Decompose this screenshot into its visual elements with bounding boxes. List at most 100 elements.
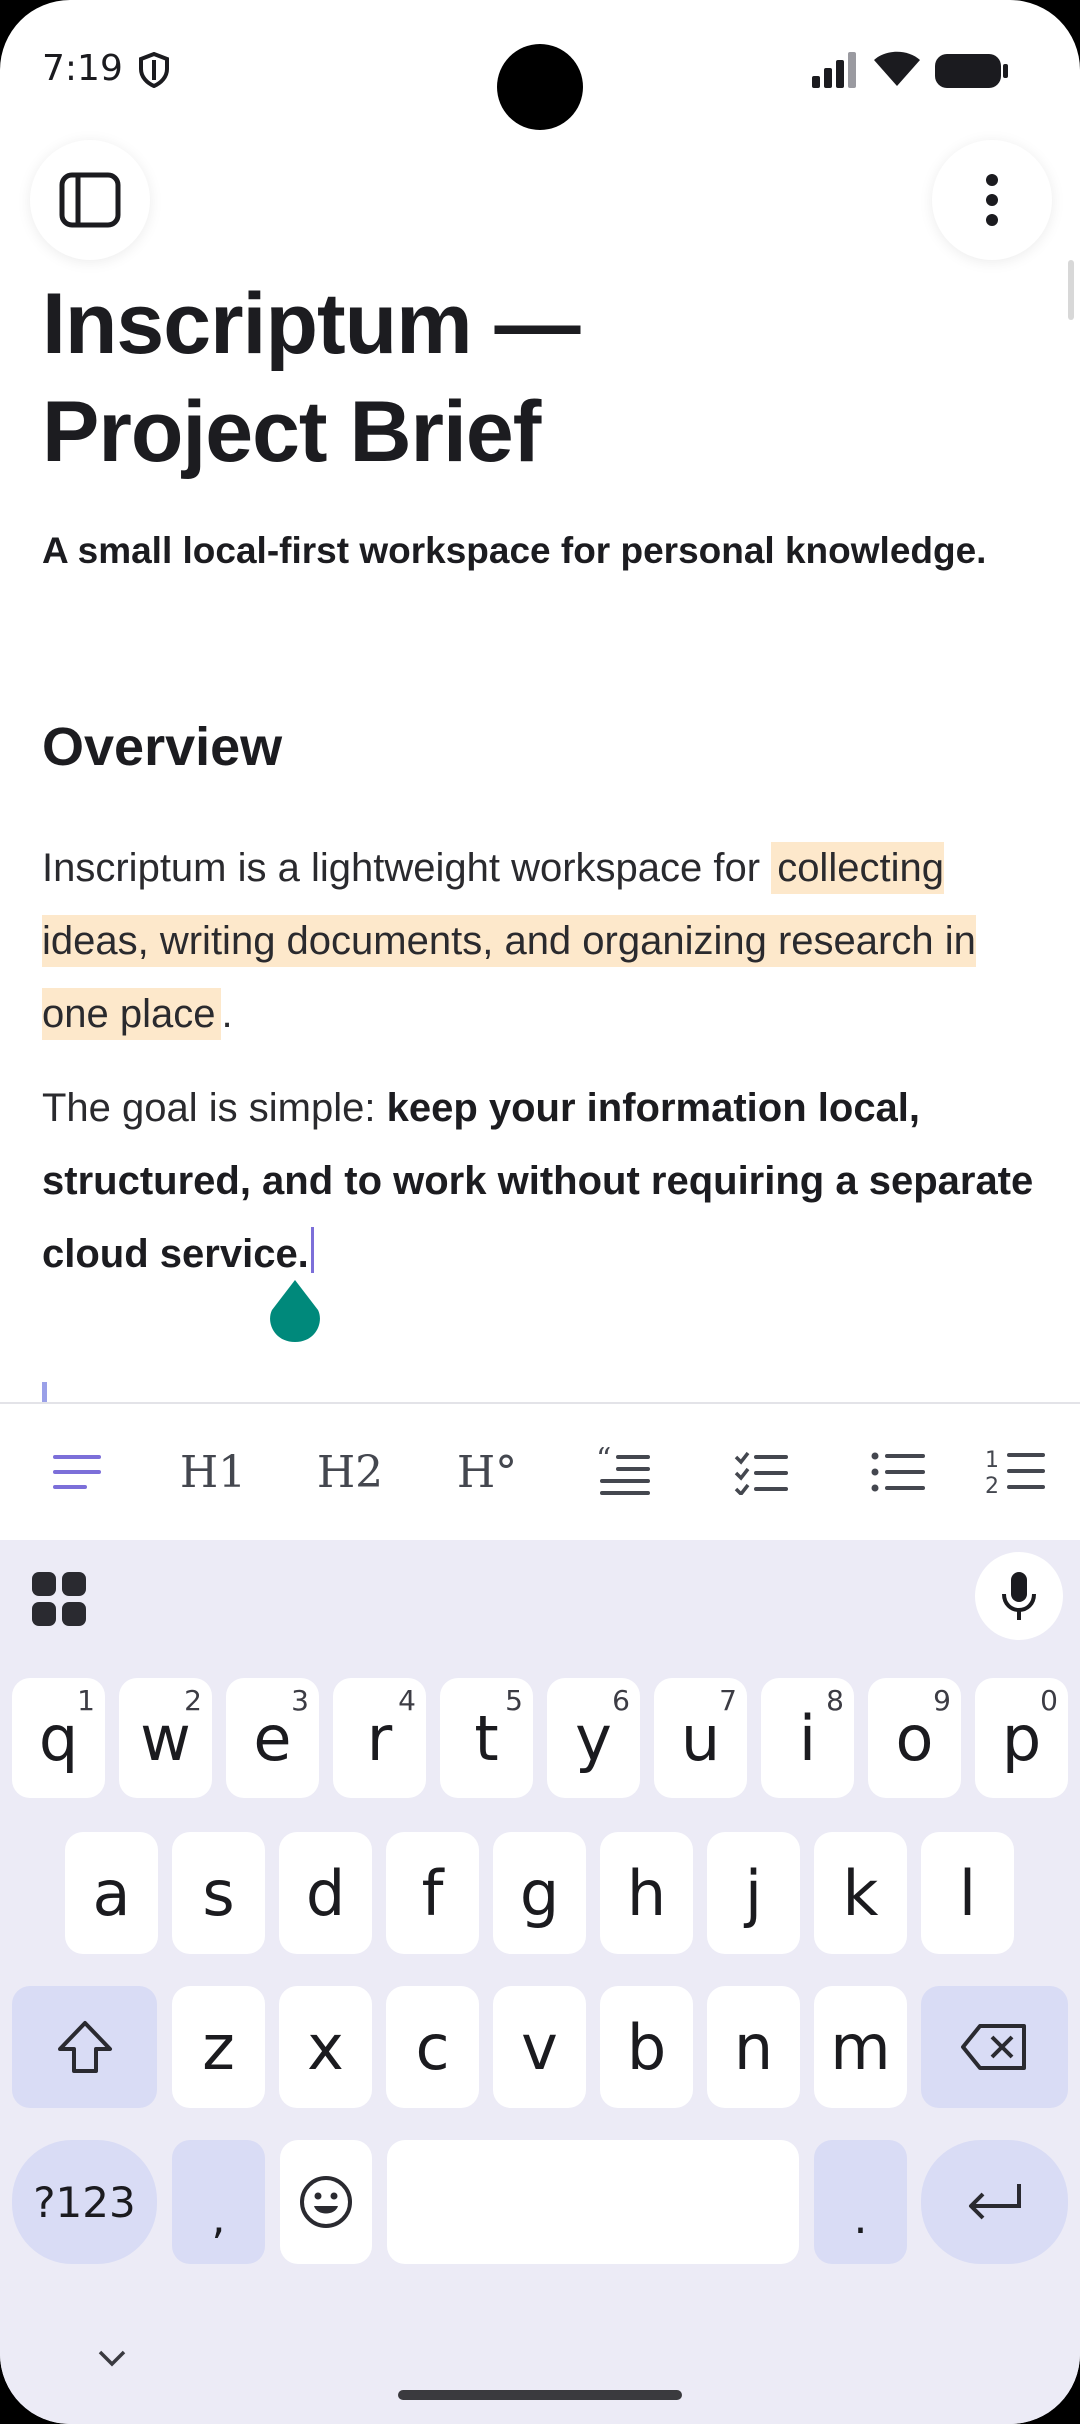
heading1-button[interactable]: H1 xyxy=(163,1404,263,1540)
key-label: a xyxy=(92,1856,131,1930)
key-label: j xyxy=(744,1856,763,1930)
paragraph-style-button[interactable] xyxy=(28,1404,128,1540)
key-h[interactable]: h xyxy=(600,1832,693,1954)
more-vert-icon xyxy=(986,174,998,226)
emoji-key[interactable] xyxy=(280,2140,372,2264)
key-f[interactable]: f xyxy=(386,1832,479,1954)
bullet-list-button[interactable] xyxy=(848,1404,948,1540)
period-key[interactable]: . xyxy=(814,2140,907,2264)
key-label: p xyxy=(1001,1701,1042,1775)
numbered-list-icon: 1 2 xyxy=(985,1448,1045,1497)
quote-button[interactable]: “ xyxy=(574,1404,674,1540)
text-selection-handle[interactable] xyxy=(268,1278,322,1344)
svg-text:“: “ xyxy=(596,1447,611,1477)
comma-key[interactable]: , xyxy=(172,2140,265,2264)
key-label: r xyxy=(366,1701,393,1775)
apps-grid-icon[interactable] xyxy=(30,1570,88,1628)
key-b[interactable]: b xyxy=(600,1986,693,2108)
key-x[interactable]: x xyxy=(279,1986,372,2108)
key-t[interactable]: t5 xyxy=(440,1678,533,1798)
key-g[interactable]: g xyxy=(493,1832,586,1954)
phone-screen: 7:19 Inscriptum — Project Brief A small … xyxy=(0,0,1080,2424)
key-z[interactable]: z xyxy=(172,1986,265,2108)
paragraph-text: Inscriptum is a lightweight workspace fo… xyxy=(42,846,772,890)
status-time: 7:19 xyxy=(42,48,123,89)
key-r[interactable]: r4 xyxy=(333,1678,426,1798)
paragraph-icon xyxy=(53,1455,101,1489)
heading3-button[interactable]: H° xyxy=(437,1404,537,1540)
key-label: c xyxy=(415,2010,450,2084)
key-n[interactable]: n xyxy=(707,1986,800,2108)
heading2-button[interactable]: H2 xyxy=(300,1404,400,1540)
status-bar: 7:19 xyxy=(0,0,1080,140)
svg-text:1: 1 xyxy=(985,1448,999,1473)
voice-input-button[interactable] xyxy=(975,1552,1063,1640)
checklist-button[interactable] xyxy=(711,1404,811,1540)
soft-keyboard xyxy=(0,1540,1080,2424)
key-hint: 9 xyxy=(933,1684,951,1717)
key-hint: 0 xyxy=(1040,1684,1058,1717)
sidebar-icon xyxy=(59,172,121,228)
gesture-bar[interactable] xyxy=(398,2390,682,2400)
key-label: e xyxy=(253,1701,292,1775)
key-d[interactable]: d xyxy=(279,1832,372,1954)
document-title[interactable]: Inscriptum — Project Brief xyxy=(42,270,802,486)
document-subtitle[interactable]: A small local-first workspace for person… xyxy=(42,530,1052,572)
key-label: x xyxy=(307,2010,344,2084)
key-hint: 2 xyxy=(184,1684,202,1717)
enter-key[interactable] xyxy=(921,2140,1068,2264)
key-hint: 5 xyxy=(505,1684,523,1717)
key-label: b xyxy=(626,2010,667,2084)
sidebar-toggle-button[interactable] xyxy=(30,140,150,260)
key-p[interactable]: p0 xyxy=(975,1678,1068,1798)
hide-keyboard-chevron-icon[interactable] xyxy=(96,2348,128,2368)
key-label: f xyxy=(421,1856,444,1930)
bullet-list-icon xyxy=(871,1452,925,1492)
key-hint: 1 xyxy=(77,1684,95,1717)
key-label: d xyxy=(305,1856,346,1930)
key-u[interactable]: u7 xyxy=(654,1678,747,1798)
next-line-caret xyxy=(42,1382,47,1402)
paragraph-text: . xyxy=(221,992,233,1036)
key-label: y xyxy=(575,1701,612,1775)
backspace-key[interactable] xyxy=(921,1986,1068,2108)
key-label: m xyxy=(830,2010,891,2084)
emoji-icon xyxy=(300,2176,352,2228)
key-a[interactable]: a xyxy=(65,1832,158,1954)
shield-icon xyxy=(139,52,169,88)
numbered-list-button[interactable]: 1 2 xyxy=(985,1404,1080,1540)
key-label: t xyxy=(474,1701,499,1775)
paragraph-goal[interactable]: The goal is simple: keep your informatio… xyxy=(42,1072,1052,1291)
key-label: o xyxy=(895,1701,934,1775)
more-options-button[interactable] xyxy=(932,140,1052,260)
key-w[interactable]: w2 xyxy=(119,1678,212,1798)
symbols-key[interactable]: ?123 xyxy=(12,2140,157,2264)
key-label: i xyxy=(798,1701,817,1775)
key-o[interactable]: o9 xyxy=(868,1678,961,1798)
key-s[interactable]: s xyxy=(172,1832,265,1954)
key-l[interactable]: l xyxy=(921,1832,1014,1954)
paragraph-text: The goal is simple: xyxy=(42,1086,387,1130)
key-j[interactable]: j xyxy=(707,1832,800,1954)
key-m[interactable]: m xyxy=(814,1986,907,2108)
key-q[interactable]: q1 xyxy=(12,1678,105,1798)
signal-icon xyxy=(812,52,856,88)
key-label: u xyxy=(680,1701,721,1775)
key-e[interactable]: e3 xyxy=(226,1678,319,1798)
backspace-icon xyxy=(960,2024,1026,2070)
shift-key[interactable] xyxy=(12,1986,157,2108)
key-k[interactable]: k xyxy=(814,1832,907,1954)
key-c[interactable]: c xyxy=(386,1986,479,2108)
section-heading[interactable]: Overview xyxy=(42,716,282,778)
paragraph-overview[interactable]: Inscriptum is a lightweight workspace fo… xyxy=(42,832,1052,1051)
wifi-icon xyxy=(874,51,920,86)
key-label: g xyxy=(519,1856,560,1930)
key-y[interactable]: y6 xyxy=(547,1678,640,1798)
key-v[interactable]: v xyxy=(493,1986,586,2108)
key-i[interactable]: i8 xyxy=(761,1678,854,1798)
key-label: l xyxy=(958,1856,977,1930)
space-key[interactable] xyxy=(387,2140,799,2264)
scrollbar[interactable] xyxy=(1068,260,1074,320)
formatting-toolbar: H1 H2 H° “ 1 2 xyxy=(0,1402,1080,1540)
key-hint: 8 xyxy=(826,1684,844,1717)
